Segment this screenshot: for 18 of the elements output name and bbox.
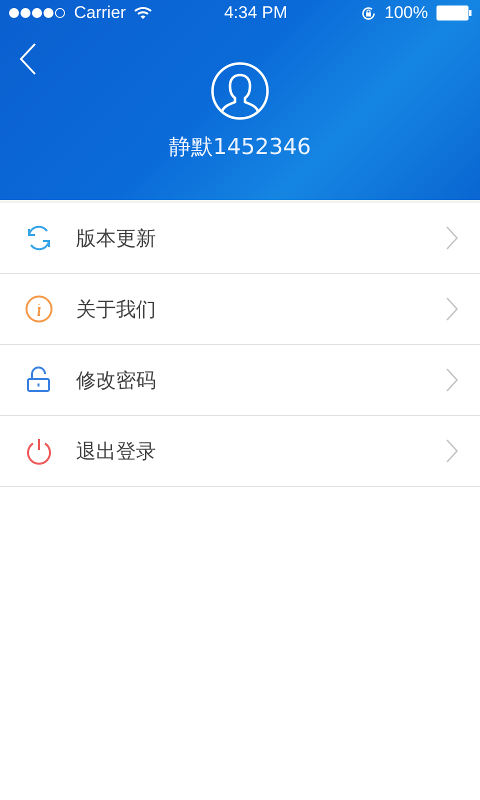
- battery-icon: [436, 5, 472, 21]
- battery-percent: 100%: [384, 3, 428, 23]
- menu-item[interactable]: 版本更新: [0, 203, 480, 274]
- signal-icon: [8, 7, 66, 19]
- menu-item[interactable]: 关于我们: [0, 274, 480, 345]
- chevron-right-icon: [446, 368, 458, 392]
- menu-item[interactable]: 修改密码: [0, 345, 480, 416]
- carrier-name: Carrier: [74, 3, 126, 23]
- chevron-right-icon: [446, 439, 458, 463]
- back-icon: [18, 42, 38, 76]
- chevron-right-icon: [446, 297, 458, 321]
- username: 静默1452346: [169, 134, 311, 162]
- wifi-icon: [134, 6, 152, 20]
- avatar-icon: [211, 62, 269, 120]
- clock-time: 4:34 PM: [224, 3, 288, 23]
- chevron-right-icon: [446, 226, 458, 250]
- menu-item[interactable]: 退出登录: [0, 416, 480, 487]
- rotation-lock-icon: [360, 4, 377, 22]
